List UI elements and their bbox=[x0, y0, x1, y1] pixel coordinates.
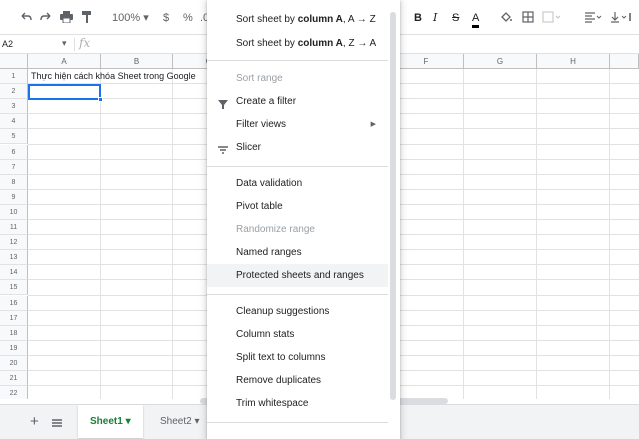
row-header-20[interactable]: 20 bbox=[0, 355, 28, 371]
vertical-align-icon[interactable] bbox=[610, 11, 634, 25]
pivot-table[interactable]: Pivot table bbox=[207, 195, 400, 218]
column-header-f[interactable]: F bbox=[389, 54, 464, 69]
named-ranges[interactable]: Named ranges bbox=[207, 241, 400, 264]
italic-button[interactable]: I bbox=[433, 11, 437, 25]
formula-divider bbox=[74, 38, 75, 51]
create-filter[interactable]: Create a filter bbox=[207, 90, 400, 113]
sort-sheet-z-a[interactable]: Sort sheet by column A, Z → A bbox=[207, 32, 400, 55]
data-validation[interactable]: Data validation bbox=[207, 172, 400, 195]
column-header-b[interactable]: B bbox=[101, 54, 173, 69]
sort-range: Sort range bbox=[236, 73, 283, 84]
menu-separator bbox=[207, 60, 388, 61]
row-header-5[interactable]: 5 bbox=[0, 129, 28, 145]
randomize-range: Randomize range bbox=[236, 224, 315, 235]
fill-handle[interactable] bbox=[98, 97, 103, 102]
row-header-11[interactable]: 11 bbox=[0, 220, 28, 236]
filter-views[interactable]: Filter views ▶ bbox=[207, 113, 400, 136]
menu-separator bbox=[207, 294, 388, 295]
zoom-select[interactable]: 100% ▾ bbox=[112, 11, 149, 25]
fill-color-icon[interactable] bbox=[500, 11, 512, 25]
column-header-a[interactable]: A bbox=[28, 54, 101, 69]
align-icon[interactable] bbox=[584, 11, 602, 25]
filter-icon bbox=[217, 96, 229, 109]
select-all-corner[interactable] bbox=[0, 54, 28, 69]
row-header-19[interactable]: 19 bbox=[0, 340, 28, 356]
row-header-4[interactable]: 4 bbox=[0, 114, 28, 130]
bold-button[interactable]: B bbox=[414, 11, 422, 25]
row-header-13[interactable]: 13 bbox=[0, 250, 28, 266]
redo-icon[interactable] bbox=[40, 11, 52, 25]
cleanup-suggestions[interactable]: Cleanup suggestions bbox=[207, 300, 400, 323]
sort-sheet-a-z[interactable]: Sort sheet by column A, A → Z bbox=[207, 8, 400, 31]
all-sheets-icon[interactable] bbox=[52, 415, 62, 433]
column-header-h[interactable]: H bbox=[537, 54, 610, 69]
row-header-8[interactable]: 8 bbox=[0, 174, 28, 190]
chevron-down-icon[interactable]: ▾ bbox=[62, 38, 67, 49]
column-stats[interactable]: Column stats bbox=[207, 323, 400, 346]
merge-cells-icon[interactable] bbox=[542, 11, 560, 25]
menu-scrollbar[interactable] bbox=[390, 12, 396, 400]
row-header-10[interactable]: 10 bbox=[0, 204, 28, 220]
row-header-6[interactable]: 6 bbox=[0, 144, 28, 160]
text-color-button[interactable]: A bbox=[472, 11, 480, 28]
row-header-7[interactable]: 7 bbox=[0, 159, 28, 175]
tab-sheet1[interactable]: Sheet1 ▾ bbox=[78, 405, 143, 438]
data-menu: Sort sheet by column A, A → Z Sort sheet… bbox=[207, 0, 400, 439]
submenu-arrow-icon: ▶ bbox=[370, 121, 376, 128]
remove-duplicates[interactable]: Remove duplicates bbox=[207, 369, 400, 392]
row-header-3[interactable]: 3 bbox=[0, 99, 28, 115]
row-header-2[interactable]: 2 bbox=[0, 84, 28, 100]
slicer[interactable]: Slicer bbox=[207, 136, 400, 159]
undo-icon[interactable] bbox=[20, 11, 32, 25]
split-text-to-columns[interactable]: Split text to columns bbox=[207, 346, 400, 369]
menu-separator bbox=[207, 422, 388, 423]
add-sheet-button[interactable]: + bbox=[30, 413, 39, 430]
row-header-15[interactable]: 15 bbox=[0, 280, 28, 296]
strikethrough-button[interactable]: S bbox=[452, 11, 459, 25]
column-header-g[interactable]: G bbox=[464, 54, 537, 69]
row-header-1[interactable]: 1 bbox=[0, 69, 28, 85]
trim-whitespace[interactable]: Trim whitespace bbox=[207, 392, 400, 415]
row-header-9[interactable]: 9 bbox=[0, 189, 28, 205]
tab-sheet2[interactable]: Sheet2 ▾ bbox=[148, 405, 212, 438]
row-header-17[interactable]: 17 bbox=[0, 310, 28, 326]
fx-icon: fx bbox=[79, 36, 91, 50]
row-header-16[interactable]: 16 bbox=[0, 295, 28, 311]
row-header-22[interactable]: 22 bbox=[0, 386, 28, 399]
row-header-21[interactable]: 21 bbox=[0, 371, 28, 387]
row-header-14[interactable]: 14 bbox=[0, 265, 28, 281]
selected-cell-a2[interactable] bbox=[28, 84, 103, 102]
row-header-12[interactable]: 12 bbox=[0, 235, 28, 251]
row-header-18[interactable]: 18 bbox=[0, 325, 28, 341]
currency-format-button[interactable]: $ bbox=[163, 11, 169, 25]
name-box[interactable]: A2 bbox=[2, 39, 13, 49]
column-header-next[interactable] bbox=[610, 54, 639, 69]
menu-separator bbox=[207, 166, 388, 167]
print-icon[interactable] bbox=[60, 11, 73, 25]
protected-sheets-and-ranges[interactable]: Protected sheets and ranges bbox=[207, 264, 388, 287]
slicer-icon bbox=[217, 142, 229, 154]
borders-icon[interactable] bbox=[522, 11, 534, 25]
cell-a1[interactable]: Thực hiện cách khóa Sheet trong Google bbox=[31, 71, 196, 81]
paint-format-icon[interactable] bbox=[82, 11, 92, 25]
percent-format-button[interactable]: % bbox=[183, 11, 193, 25]
